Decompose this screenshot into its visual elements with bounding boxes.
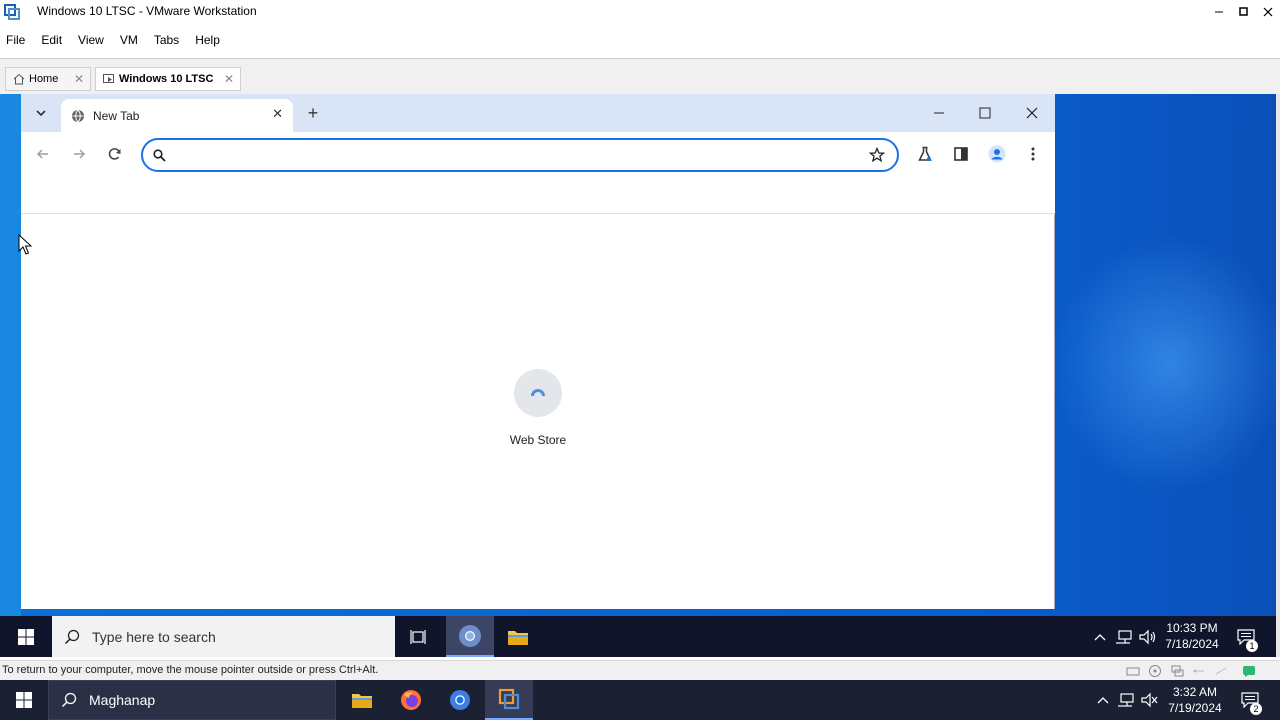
chrome-menu-icon[interactable] <box>1022 143 1044 165</box>
menu-tabs[interactable]: Tabs <box>148 33 185 47</box>
guest-search-box[interactable]: Type here to search <box>52 616 395 657</box>
guest-time: 10:33 PM <box>1166 621 1218 635</box>
file-explorer-icon[interactable] <box>338 680 386 720</box>
network-icon[interactable] <box>1113 616 1135 657</box>
notification-center-icon[interactable]: 1 <box>1230 616 1262 657</box>
guest-desktop-left-edge <box>0 94 21 616</box>
chrome-minimize-button[interactable] <box>927 102 951 124</box>
tab-home-label: Home <box>29 73 59 85</box>
close-tab-icon[interactable]: ✕ <box>272 106 283 122</box>
back-button[interactable] <box>32 143 54 165</box>
close-icon[interactable]: ✕ <box>224 72 234 86</box>
chrome-tab-new-tab[interactable]: New Tab ✕ <box>61 99 293 132</box>
guest-start-button[interactable] <box>0 616 52 657</box>
search-icon <box>61 692 77 708</box>
bookmarks-bar <box>21 176 1055 214</box>
tab-windows-10-ltsc[interactable]: Windows 10 LTSC ✕ <box>95 67 241 91</box>
notification-badge: 1 <box>1246 640 1258 652</box>
sound-card-icon[interactable] <box>1214 664 1228 678</box>
side-panel-icon[interactable] <box>950 143 972 165</box>
host-search-box[interactable]: Maghanap <box>48 680 336 720</box>
vmware-taskbar-icon[interactable] <box>485 680 533 720</box>
chrome-window: New Tab ✕ + Web Store <box>21 94 1055 609</box>
web-store-label: Web Store <box>509 433 567 447</box>
guest-taskbar: Type here to search 10:33 PM 7/18/2024 1 <box>0 616 1276 657</box>
firefox-icon[interactable] <box>387 680 435 720</box>
guest-desktop[interactable]: New Tab ✕ + Web Store Type here to searc… <box>0 94 1280 657</box>
volume-muted-icon[interactable] <box>1139 680 1161 720</box>
chrome-taskbar-icon[interactable] <box>436 680 484 720</box>
close-icon[interactable]: ✕ <box>74 72 84 86</box>
minimize-button[interactable] <box>1208 0 1232 24</box>
tab-vm-label: Windows 10 LTSC <box>119 73 214 85</box>
host-taskbar: Maghanap 3:32 AM 7/19/2024 2 <box>0 680 1280 720</box>
hard-disk-icon[interactable] <box>1126 664 1140 678</box>
network-adapter-icon[interactable] <box>1170 664 1184 678</box>
menu-view[interactable]: View <box>72 33 110 47</box>
host-date: 7/19/2024 <box>1168 701 1222 715</box>
profile-avatar-icon[interactable] <box>986 143 1008 165</box>
usb-icon[interactable] <box>1192 664 1206 678</box>
guest-search-placeholder: Type here to search <box>92 628 216 645</box>
menu-file[interactable]: File <box>0 33 31 47</box>
guest-date: 7/18/2024 <box>1165 637 1219 651</box>
tab-search-button[interactable] <box>30 101 52 125</box>
status-message: To return to your computer, move the mou… <box>2 664 379 676</box>
chrome-close-button[interactable] <box>1020 102 1044 124</box>
address-bar[interactable] <box>141 138 899 172</box>
host-start-button[interactable] <box>0 680 48 720</box>
tab-home[interactable]: Home ✕ <box>5 67 91 91</box>
vm-icon <box>102 72 116 86</box>
menu-vm[interactable]: VM <box>114 33 144 47</box>
host-clock[interactable]: 3:32 AM 7/19/2024 <box>1160 684 1230 716</box>
chrome-toolbar <box>21 132 1055 176</box>
mouse-cursor-icon <box>18 233 34 259</box>
address-input[interactable] <box>174 142 869 168</box>
window-title: Windows 10 LTSC - VMware Workstation <box>37 4 257 18</box>
new-tab-button[interactable]: + <box>303 103 323 123</box>
web-store-icon <box>528 382 548 405</box>
host-time: 3:32 AM <box>1172 685 1218 699</box>
vmware-title-bar: Windows 10 LTSC - VMware Workstation <box>0 0 1280 24</box>
show-hidden-icons-icon[interactable] <box>1090 616 1110 657</box>
search-icon <box>64 629 80 645</box>
volume-icon[interactable] <box>1137 616 1159 657</box>
maximize-button[interactable] <box>1232 0 1256 24</box>
bookmark-star-icon[interactable] <box>869 147 885 163</box>
web-store-shortcut[interactable] <box>514 369 562 417</box>
vmware-status-bar: To return to your computer, move the mou… <box>0 660 1280 680</box>
search-icon <box>153 148 166 162</box>
file-explorer-icon[interactable] <box>494 616 542 657</box>
menu-bar: File Edit View VM Tabs Help <box>0 28 230 52</box>
notification-center-icon[interactable]: 2 <box>1234 680 1266 720</box>
guest-scrollbar[interactable] <box>1276 94 1280 657</box>
chrome-taskbar-icon[interactable] <box>446 616 494 657</box>
chrome-tab-bar: New Tab ✕ + <box>21 94 1055 132</box>
guest-clock[interactable]: 10:33 PM 7/18/2024 <box>1158 620 1226 652</box>
globe-icon <box>71 109 85 123</box>
wallpaper-glow <box>1050 234 1280 494</box>
tab-title: New Tab <box>93 108 140 123</box>
menu-edit[interactable]: Edit <box>35 33 68 47</box>
vmware-logo-icon <box>4 4 20 20</box>
menu-help[interactable]: Help <box>189 33 226 47</box>
labs-flask-icon[interactable] <box>914 143 936 165</box>
vm-tab-strip: Home ✕ Windows 10 LTSC ✕ <box>0 58 1280 94</box>
forward-button[interactable] <box>68 143 90 165</box>
message-log-icon[interactable] <box>1242 664 1256 678</box>
network-icon[interactable] <box>1115 680 1137 720</box>
home-icon <box>12 72 26 86</box>
task-view-icon[interactable] <box>395 616 443 657</box>
notification-badge: 2 <box>1250 703 1262 715</box>
chrome-maximize-button[interactable] <box>973 102 997 124</box>
show-hidden-icons-icon[interactable] <box>1093 680 1113 720</box>
host-search-text: Maghanap <box>89 692 156 708</box>
reload-button[interactable] <box>104 143 126 165</box>
close-button[interactable] <box>1256 0 1280 24</box>
cd-rom-icon[interactable] <box>1148 664 1162 678</box>
